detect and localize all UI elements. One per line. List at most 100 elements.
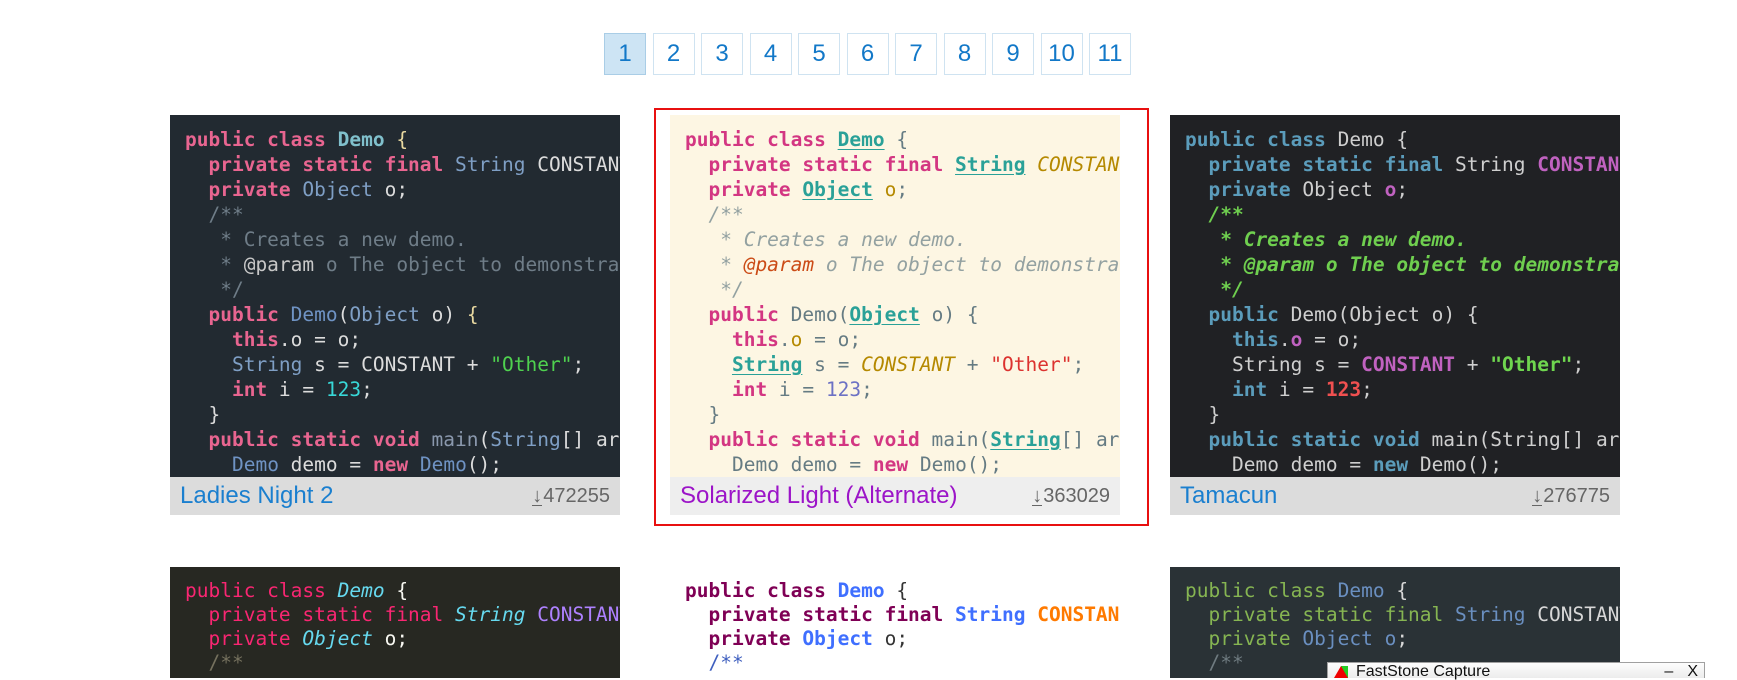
code-token: ; [396, 627, 409, 650]
code-line: private Object o; [1185, 177, 1620, 202]
code-token: Demo [837, 579, 885, 602]
code-token: */ [1185, 278, 1244, 301]
code-token: o) [419, 303, 467, 326]
page-10-button[interactable]: 10 [1040, 33, 1083, 75]
code-preview[interactable]: public class Demo { private static final… [170, 115, 620, 477]
code-token: + [1455, 353, 1491, 376]
code-token: o [1290, 328, 1303, 351]
code-token: CONSTANT [361, 353, 456, 376]
code-token: CONSTANT [537, 153, 620, 176]
close-button[interactable]: X [1687, 664, 1698, 680]
code-line: * @param o The object to demonstrate [185, 252, 620, 277]
page-2-button[interactable]: 2 [652, 33, 695, 75]
download-arrow-icon: ↓ [1532, 484, 1543, 507]
download-count: ↓ 276775 [1532, 485, 1610, 508]
code-token: Demo [1290, 303, 1338, 326]
code-token: } [185, 403, 221, 426]
page-4-button[interactable]: 4 [749, 33, 792, 75]
code-token: public static void [1185, 428, 1432, 451]
code-line: String s = CONSTANT + "Other"; [1185, 352, 1620, 377]
page-5-button[interactable]: 5 [798, 33, 840, 75]
code-token: main [1431, 428, 1479, 451]
theme-card-ladies-night-2[interactable]: public class Demo { private static final… [170, 115, 620, 515]
code-token: String [1455, 603, 1526, 626]
code-token: ; [396, 178, 409, 201]
code-line: public class Demo { [1185, 127, 1620, 152]
page-9-button[interactable]: 9 [992, 33, 1034, 75]
code-token: String [455, 603, 526, 626]
code-token: public [185, 303, 291, 326]
code-line: private Object o; [185, 177, 620, 202]
code-line: public static void main(String[] args [185, 427, 620, 452]
code-preview[interactable]: public class Demo { private static final… [1170, 115, 1620, 477]
selection-highlight-box [654, 108, 1149, 526]
code-preview[interactable]: public class Demo { private static final… [170, 567, 620, 678]
page-6-button[interactable]: 6 [846, 33, 889, 75]
code-token: o [384, 178, 397, 201]
code-token: ; [572, 353, 585, 376]
code-line: String s = CONSTANT + "Other"; [185, 352, 620, 377]
code-line: public static void main(String[] args [1185, 427, 1620, 452]
code-line: this.o = o; [185, 327, 620, 352]
code-token: CONSTANT [1361, 353, 1456, 376]
code-line: * Creates a new demo. [1185, 227, 1620, 252]
code-token: public class [185, 128, 338, 151]
code-token: demo = [1278, 453, 1373, 476]
code-token: private static final [685, 603, 956, 626]
code-token: private [1185, 178, 1303, 201]
code-token: /** [685, 651, 744, 674]
code-token: o [1384, 178, 1397, 201]
code-token: Object [802, 627, 873, 650]
code-token: Object [1302, 178, 1373, 201]
code-token: int [1185, 378, 1268, 401]
theme-card-row2-2[interactable]: public class Demo { private static final… [670, 567, 1120, 678]
code-line: /** [185, 651, 620, 675]
code-token: String [455, 153, 526, 176]
code-token: * [185, 253, 244, 276]
faststone-capture-window[interactable]: FastStone Capture – X [1327, 662, 1705, 680]
code-token: */ [185, 278, 244, 301]
page-8-button[interactable]: 8 [943, 33, 986, 75]
code-token: i = [1267, 378, 1326, 401]
page-11-button[interactable]: 11 [1089, 33, 1131, 75]
theme-card-row2-1[interactable]: public class Demo { private static final… [170, 567, 620, 678]
page-7-button[interactable]: 7 [895, 33, 937, 75]
code-token: [] args [560, 428, 620, 451]
code-line: } [1185, 402, 1620, 427]
code-line: } [185, 402, 620, 427]
minimize-button[interactable]: – [1664, 664, 1673, 680]
code-token: public class [1185, 128, 1338, 151]
code-token: * Creates a new demo. [185, 228, 467, 251]
code-token: Demo [337, 128, 385, 151]
theme-card-tamacun[interactable]: public class Demo { private static final… [1170, 115, 1620, 515]
code-line: Demo demo = new Demo(); [1185, 452, 1620, 477]
theme-title-link[interactable]: Tamacun [1180, 482, 1277, 510]
code-token: } [1185, 403, 1221, 426]
code-token: String [1231, 353, 1303, 376]
code-preview[interactable]: public class Demo { private static final… [670, 567, 1120, 678]
code-token: /** [1185, 651, 1244, 674]
page-1-button[interactable]: 1 [604, 33, 646, 75]
card-footer: Ladies Night 2 ↓ 472255 [170, 477, 620, 515]
code-line: * @param o The object to demonstrate [1185, 252, 1620, 277]
code-token: s = [302, 353, 362, 376]
code-token: ( [337, 303, 350, 326]
code-token: private static final [1185, 153, 1456, 176]
code-token: ; [896, 627, 909, 650]
code-token: o) [1419, 303, 1467, 326]
code-line: public class Demo { [185, 579, 620, 603]
code-token: * Creates a new demo. [1185, 228, 1467, 251]
download-arrow-icon: ↓ [532, 484, 543, 507]
page-3-button[interactable]: 3 [701, 33, 743, 75]
code-token: public class [185, 579, 338, 602]
download-count-value: 472255 [543, 484, 610, 507]
theme-title-link[interactable]: Ladies Night 2 [180, 482, 333, 510]
code-line: public class Demo { [185, 127, 620, 152]
code-token: ( [1478, 428, 1491, 451]
code-token: CONSTANT [537, 603, 620, 626]
